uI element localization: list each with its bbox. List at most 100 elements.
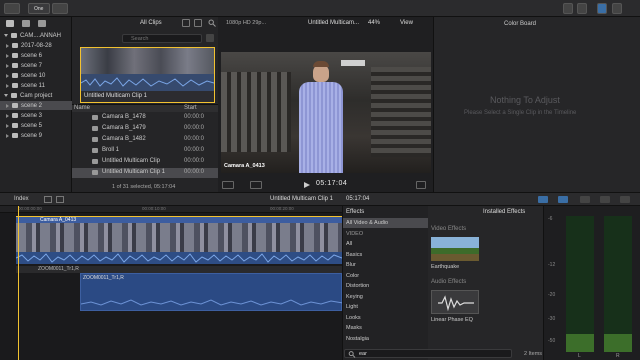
disclosure-triangle-icon[interactable] — [6, 133, 9, 138]
column-name-header[interactable]: Name — [74, 105, 90, 111]
browser-toggle-button[interactable] — [577, 3, 587, 14]
effects-category[interactable]: All Video & Audio — [343, 218, 429, 228]
library-item[interactable]: Cam project — [0, 91, 72, 100]
browser-row-name: Camara B_1479 — [102, 125, 146, 131]
library-item[interactable]: scene 10 — [0, 71, 72, 80]
library-item[interactable]: scene 3 — [0, 111, 72, 120]
disclosure-triangle-icon[interactable] — [6, 43, 9, 48]
viewer-format[interactable]: 1080p HD 29p... — [226, 20, 266, 26]
timeline-index-button[interactable]: Index — [14, 196, 29, 202]
disclosure-triangle-icon[interactable] — [6, 123, 9, 128]
photos-icon[interactable] — [22, 19, 30, 27]
effects-category-label: All — [346, 241, 353, 247]
effects-category[interactable]: VIDEO — [343, 229, 429, 239]
forward-arrow-icon[interactable] — [56, 196, 64, 203]
event-browser: All Clips Search Untitled Multicam Clip … — [72, 17, 218, 192]
search-icon[interactable] — [208, 19, 216, 27]
effects-category[interactable]: Light — [343, 302, 429, 312]
filter-icon[interactable] — [206, 34, 214, 42]
clip-thumbnail[interactable]: Untitled Multicam Clip 1 — [80, 47, 215, 103]
inspector-title: Color Board — [504, 21, 537, 27]
libraries-icon[interactable] — [6, 19, 14, 27]
effects-category[interactable]: Keying — [343, 292, 429, 302]
snapping-toggle[interactable] — [600, 196, 610, 203]
browser-search-field[interactable]: Search — [122, 34, 202, 43]
disclosure-triangle-icon[interactable] — [6, 63, 9, 68]
library-item-label: scene 3 — [21, 112, 43, 119]
browser-row-name: Camara B_1478 — [102, 114, 146, 120]
browser-row[interactable]: Untitled Multicam Clip 1 00:00:0 — [72, 168, 218, 178]
event-icon — [12, 53, 18, 58]
disclosure-triangle-icon[interactable] — [6, 83, 9, 88]
timeline-ruler[interactable]: 00:00:00:00 00:00:10:00 00:00:20:00 — [0, 206, 342, 213]
library-item[interactable]: scene 9 — [0, 131, 72, 140]
effects-category[interactable]: Looks — [343, 313, 429, 323]
inspector-toggle-button[interactable] — [597, 3, 607, 14]
browser-row[interactable]: Camara B_1482 00:00:0 — [72, 135, 218, 145]
top-toolbar: One — [0, 0, 640, 17]
back-arrow-icon[interactable] — [44, 196, 52, 203]
disclosure-triangle-icon[interactable] — [6, 103, 9, 108]
effects-search-field[interactable]: ear — [344, 349, 512, 358]
browser-row-start: 00:00:0 — [184, 125, 205, 131]
effects-category[interactable]: Color — [343, 271, 429, 281]
keyword-button[interactable] — [52, 3, 68, 14]
linear-phase-eq-thumbnail[interactable] — [431, 290, 479, 314]
disclosure-triangle-icon[interactable] — [6, 53, 9, 58]
list-view-icon[interactable] — [194, 19, 202, 27]
earthquake-effect-thumbnail[interactable] — [431, 237, 479, 261]
solo-toggle[interactable] — [580, 196, 590, 203]
ruler-label-1: 00:00:10:00 — [142, 206, 166, 211]
workspace-one-button[interactable]: One — [28, 3, 50, 14]
import-button[interactable] — [4, 3, 20, 14]
effects-browser-toggle[interactable] — [620, 196, 630, 203]
library-item[interactable]: 2017-08-28 — [0, 41, 72, 50]
library-item[interactable]: scene 7 — [0, 61, 72, 70]
viewer-options-button[interactable] — [222, 181, 234, 189]
disclosure-triangle-icon[interactable] — [6, 113, 9, 118]
share-button[interactable] — [563, 3, 573, 14]
effects-category-label: Masks — [346, 325, 362, 331]
browser-row[interactable]: Camara B_1478 00:00:0 — [72, 113, 218, 123]
effects-category[interactable]: Nostalgia — [343, 334, 429, 344]
browser-row[interactable]: Camara B_1479 00:00:0 — [72, 124, 218, 134]
browser-row[interactable]: Untitled Multicam Clip 00:00:0 — [72, 157, 218, 167]
library-item[interactable]: scene 5 — [0, 121, 72, 130]
disclosure-triangle-icon[interactable] — [4, 34, 8, 37]
library-item[interactable]: CAM....ANNAH — [0, 31, 72, 40]
browser-row[interactable]: Broll 1 00:00:0 — [72, 146, 218, 156]
viewer-zoom[interactable]: 44% — [368, 20, 380, 26]
clip-a-header[interactable]: Camara A_0413 — [16, 216, 342, 223]
effects-category[interactable]: Distortion — [343, 281, 429, 291]
viewer-title: Untitled Multicam... — [308, 20, 360, 26]
playhead[interactable] — [18, 206, 19, 360]
viewer-view-menu[interactable]: View — [400, 20, 413, 26]
meter-scale-label: -30 — [548, 316, 556, 322]
column-start-header[interactable]: Start — [184, 105, 197, 111]
titles-icon[interactable] — [38, 19, 46, 27]
effects-category[interactable]: All — [343, 239, 429, 249]
disclosure-triangle-icon[interactable] — [6, 73, 9, 78]
filmstrip-view-icon[interactable] — [182, 19, 190, 27]
effects-category[interactable]: Blur — [343, 260, 429, 270]
transform-button[interactable] — [250, 181, 262, 189]
clip-b-header[interactable]: ZOOM0011_Tr1,R — [16, 266, 342, 273]
skimming-toggle[interactable] — [538, 196, 548, 203]
effects-category[interactable]: Masks — [343, 323, 429, 333]
viewer-timecode[interactable]: 05:17:04 — [316, 180, 347, 187]
installed-effects-dropdown[interactable]: Installed Effects — [483, 209, 525, 215]
timeline-toggle-button[interactable] — [612, 3, 622, 14]
library-item[interactable]: scene 2 — [0, 101, 72, 110]
library-item[interactable]: scene 11 — [0, 81, 72, 90]
audio-skimming-toggle[interactable] — [558, 196, 568, 203]
clip-b-audio[interactable]: ZOOM0011_Tr1,R — [80, 273, 343, 311]
effects-browser-list: Effects All Video & Audio VIDEO All Basics B… — [342, 206, 429, 360]
library-item[interactable]: scene 6 — [0, 51, 72, 60]
fullscreen-icon[interactable] — [416, 181, 426, 189]
clip-filter-dropdown[interactable]: All Clips — [140, 20, 162, 26]
library-header — [0, 17, 72, 29]
play-icon[interactable] — [304, 182, 310, 188]
disclosure-triangle-icon[interactable] — [4, 94, 8, 97]
effects-category[interactable]: Basics — [343, 250, 429, 260]
clip-a-filmstrip[interactable] — [16, 223, 342, 252]
